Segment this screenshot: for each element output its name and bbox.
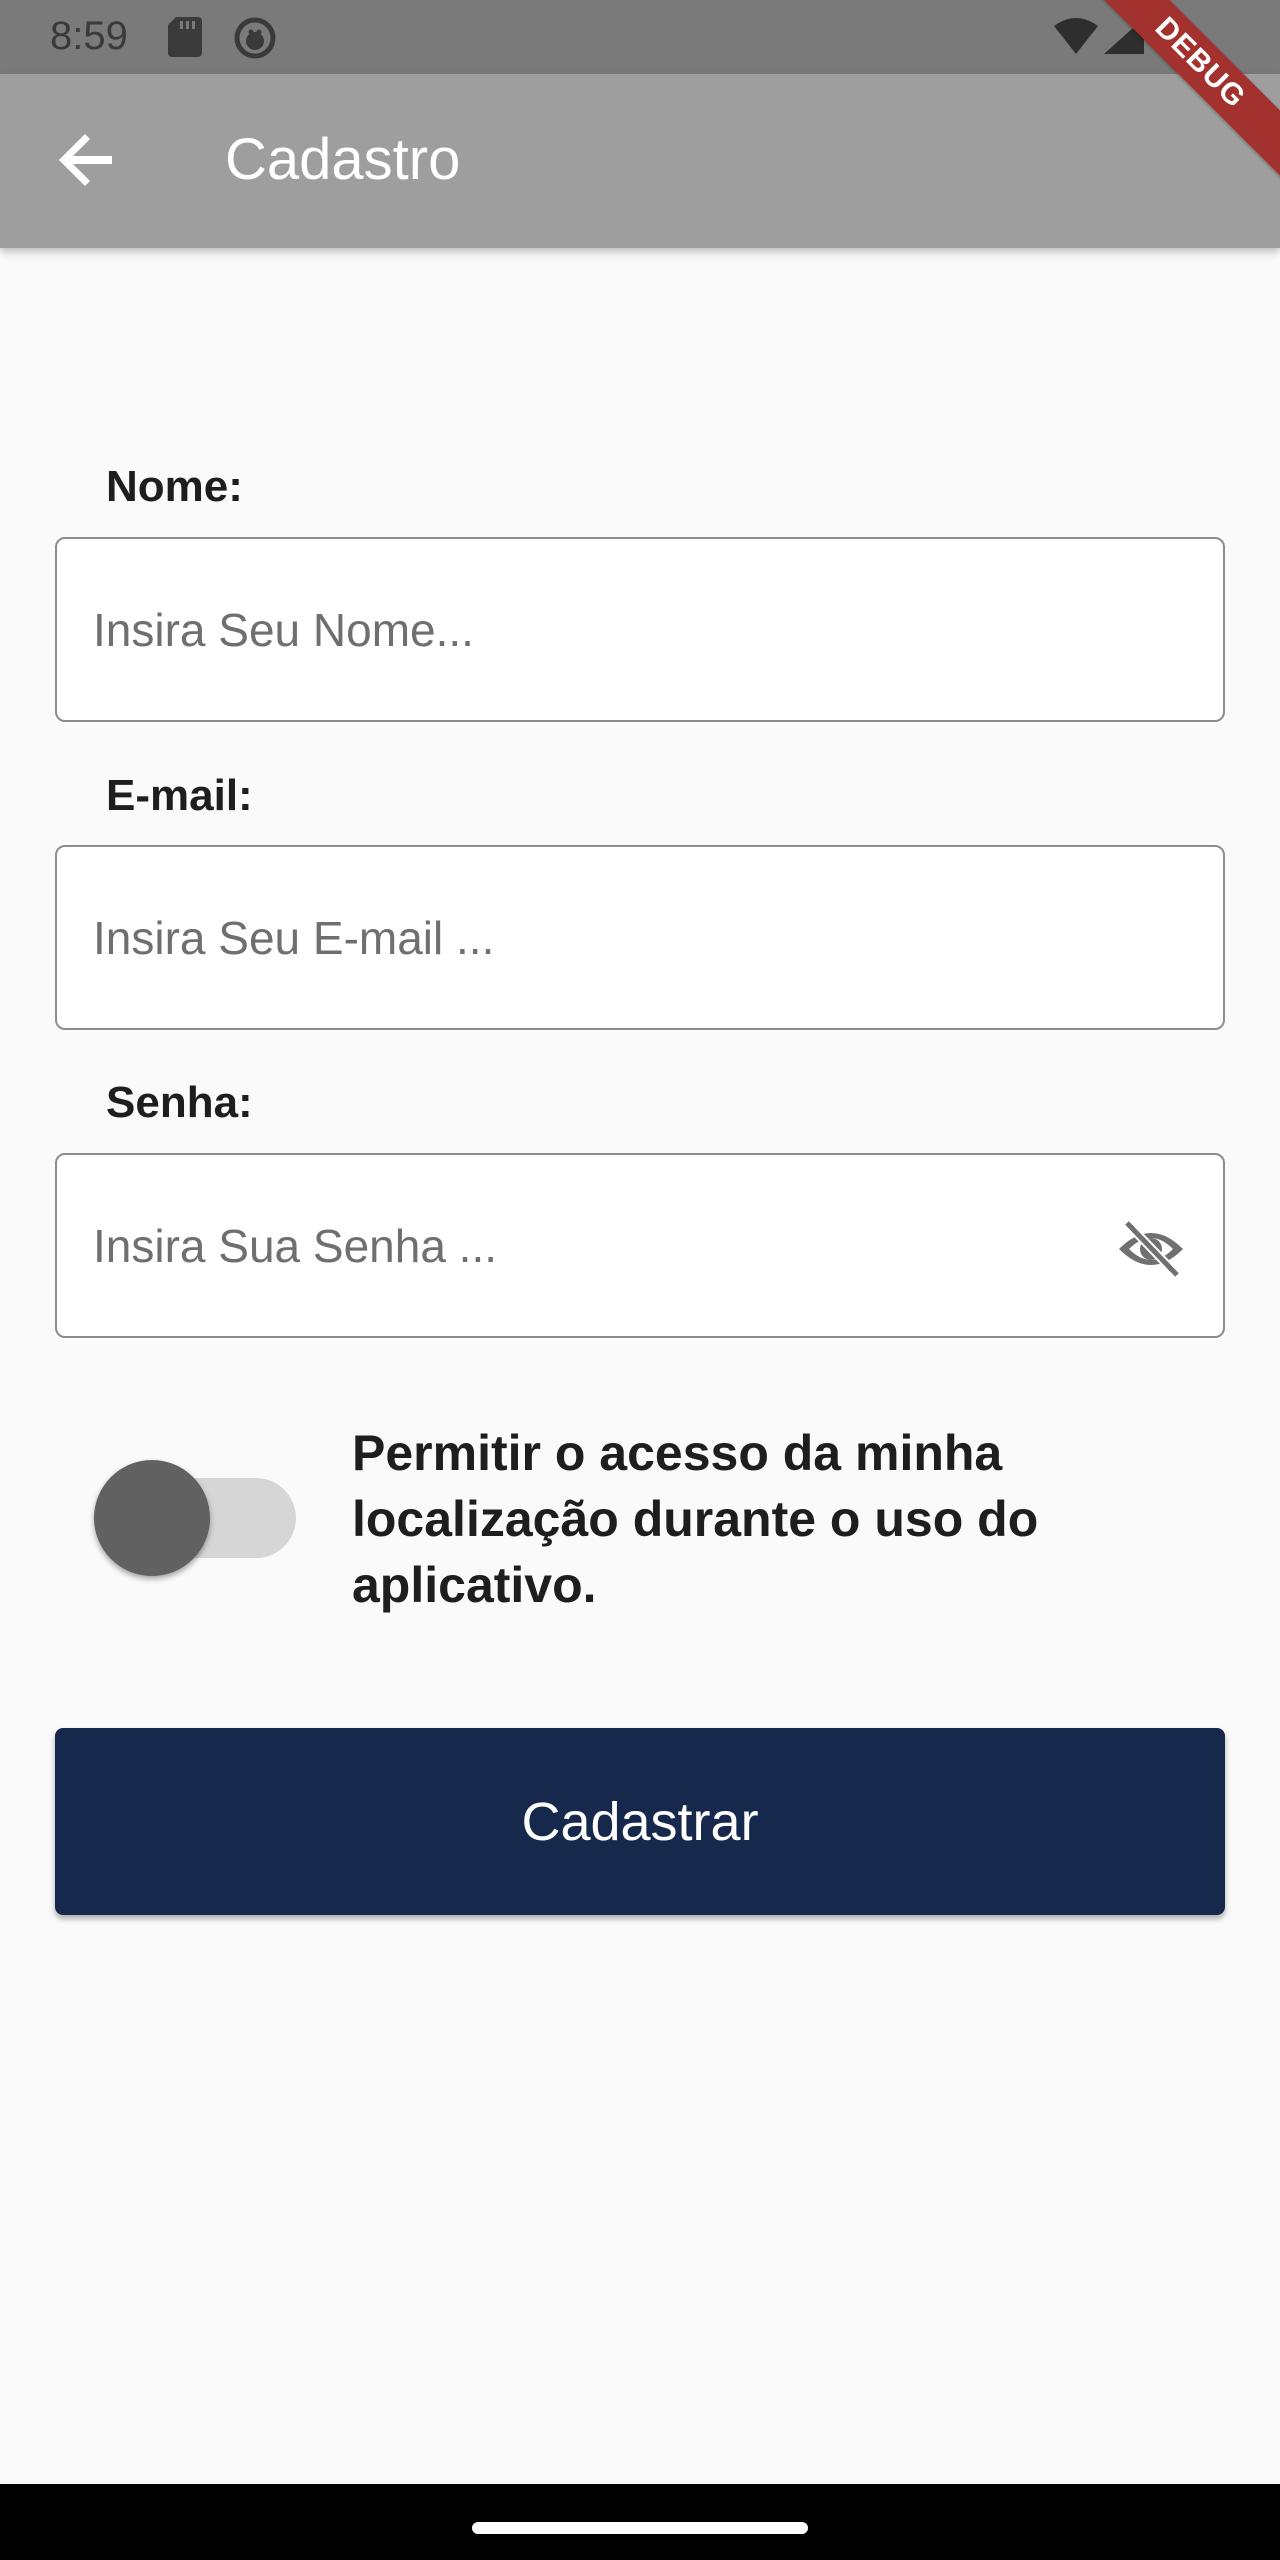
email-field (55, 845, 1225, 1030)
arrow-back-icon (56, 134, 120, 196)
password-input[interactable] (93, 1155, 1093, 1336)
page-title: Cadastro (225, 127, 461, 192)
wifi-icon (1054, 18, 1098, 59)
toggle-password-visibility-button[interactable] (1115, 1213, 1187, 1285)
app-bar: Cadastro (0, 74, 1280, 248)
location-switch-thumb[interactable] (94, 1460, 210, 1576)
signup-screen: 8:59 Cadastro DEBUG Nome: E-mail: (0, 0, 1280, 2560)
location-permission-label: Permitir o acesso da minha localização d… (352, 1425, 1039, 1613)
back-button[interactable] (56, 128, 120, 192)
name-label: Nome: (106, 462, 243, 511)
email-label: E-mail: (106, 771, 253, 820)
name-field (55, 537, 1225, 722)
password-field (55, 1153, 1225, 1338)
register-button[interactable]: Cadastrar (55, 1728, 1225, 1915)
name-input[interactable] (93, 539, 1093, 720)
password-label: Senha: (106, 1078, 253, 1127)
android-debug-icon (234, 17, 276, 64)
status-bar: 8:59 (0, 0, 1280, 74)
home-gesture-handle[interactable] (472, 2522, 808, 2534)
visibility-off-icon (1115, 1219, 1187, 1289)
status-time: 8:59 (50, 14, 128, 58)
sd-card-icon (168, 17, 202, 62)
email-input[interactable] (93, 847, 1093, 1028)
